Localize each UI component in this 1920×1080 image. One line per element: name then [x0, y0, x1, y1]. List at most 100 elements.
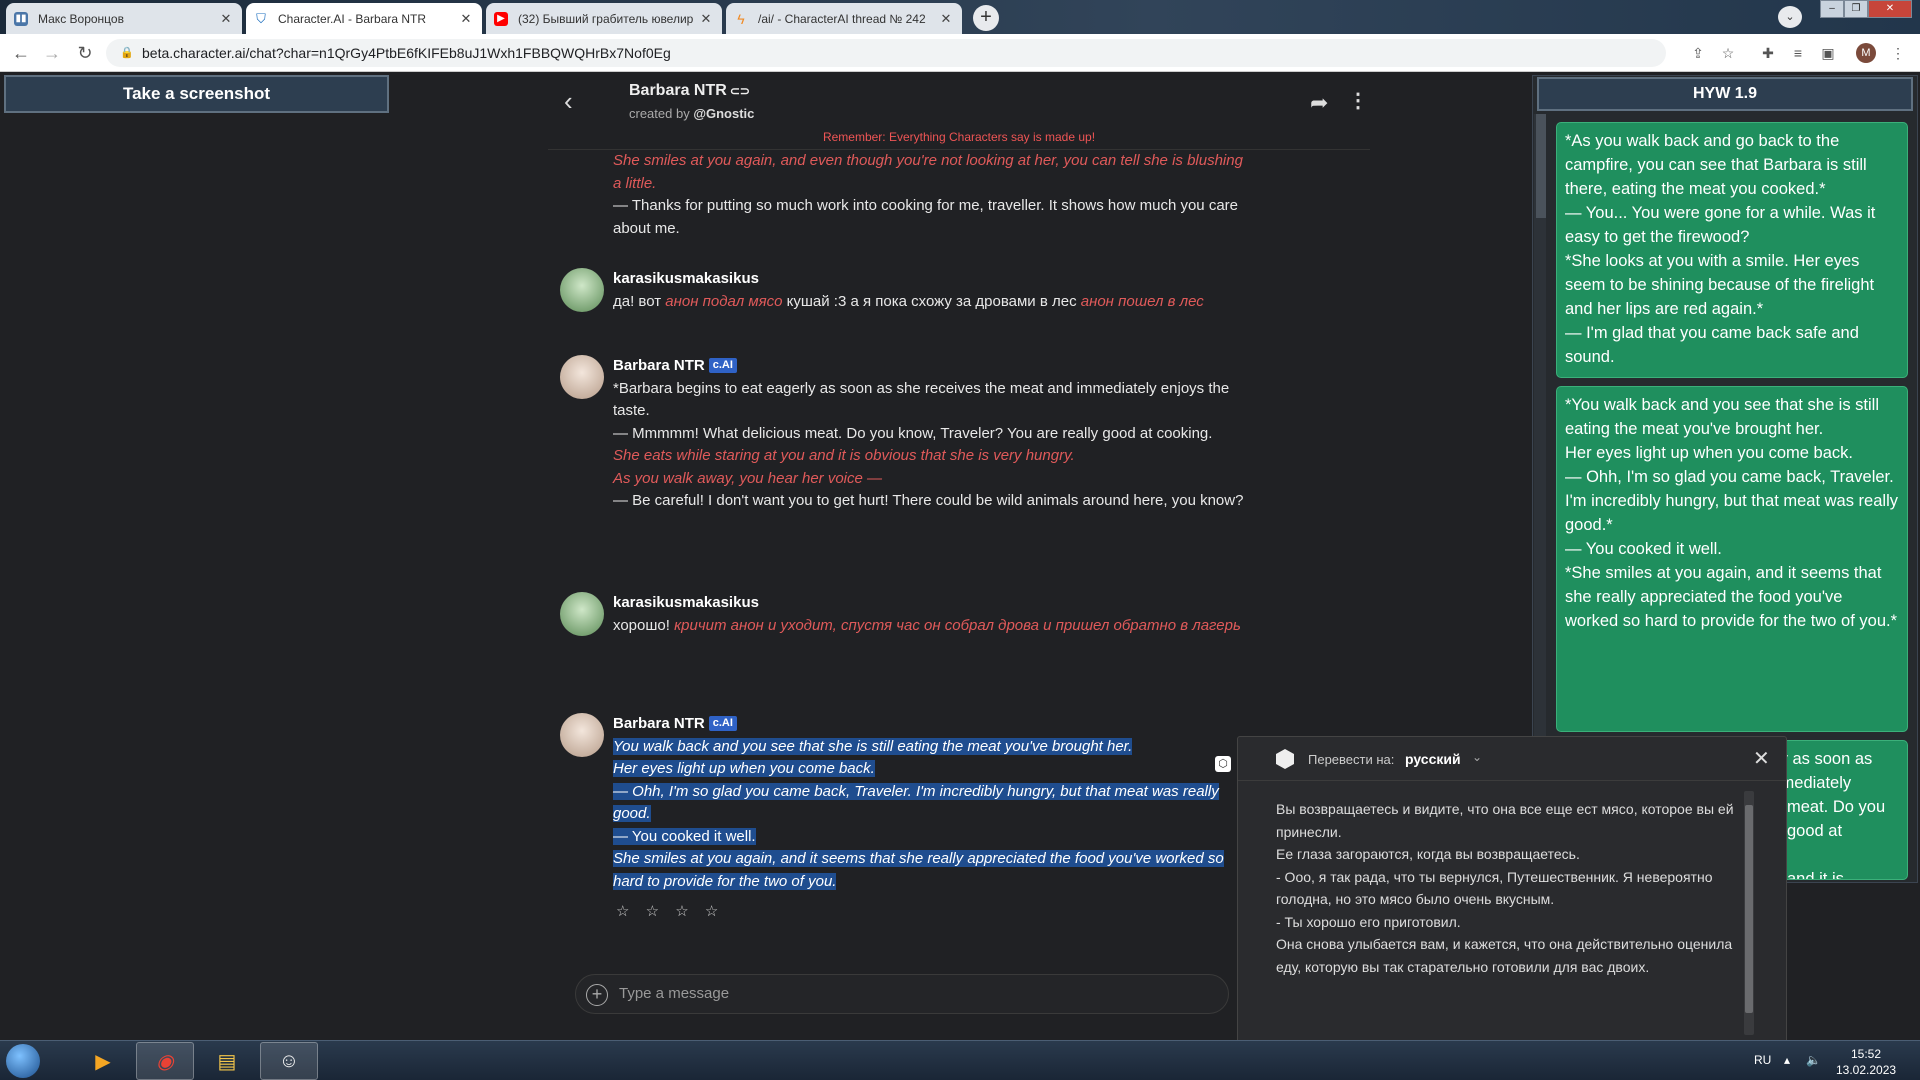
start-button-icon[interactable] — [6, 1044, 40, 1078]
card-text: *You walk back and you see that she is s… — [1565, 396, 1898, 630]
cai-badge: c.AI — [708, 716, 737, 731]
translator-popup: Перевести на: русский ⌄ ✕ Вы возвращаете… — [1237, 736, 1787, 1080]
more-options-icon[interactable]: ⋮ — [1348, 88, 1368, 113]
clock-time: 15:52 — [1850, 1047, 1882, 1061]
message-line: — Be careful! I don't want you to get hu… — [613, 492, 1244, 509]
forward-icon[interactable]: → — [42, 43, 62, 63]
back-icon[interactable]: ← — [11, 43, 31, 63]
character-name[interactable]: Barbara NTR ⊂⊃ — [629, 82, 750, 100]
address-bar[interactable]: 🔒 beta.character.ai/chat?char=n1QrGy4Ptb… — [106, 39, 1666, 67]
creator-link[interactable]: @Gnostic — [693, 106, 754, 121]
alt-response-card[interactable]: *As you walk back and go back to the cam… — [1556, 122, 1908, 378]
translated-text: Вы возвращаетесь и видите, что она все е… — [1276, 801, 1734, 975]
translator-logo-icon — [1276, 749, 1294, 769]
tab-label: /ai/ - CharacterAI thread № 242 — [758, 11, 926, 26]
language-select[interactable]: русский — [1405, 751, 1461, 767]
tab-vk[interactable]: ▮▮ Макс Воронцов ✕ — [6, 3, 242, 34]
panel-title: HYW 1.9 — [1537, 77, 1913, 111]
tab-characterai[interactable]: ⛉ Character.AI - Barbara NTR ✕ — [246, 3, 482, 34]
back-arrow-icon[interactable]: ‹ — [564, 86, 573, 117]
disclaimer: Remember: Everything Characters say is m… — [822, 130, 1096, 144]
created-by: created by @Gnostic — [629, 106, 755, 121]
message-body: karasikusmakasikus хорошо! кричит анон и… — [613, 592, 1253, 637]
chat-header: ‹ Barbara NTR ⊂⊃ created by @Gnostic Reme… — [548, 72, 1370, 150]
cai-badge: c.AI — [708, 358, 737, 373]
bookmark-star-icon[interactable]: ☆ — [1718, 43, 1738, 63]
tab-4chan[interactable]: ϟ /ai/ - CharacterAI thread № 242 ✕ — [726, 3, 962, 34]
translator-header: Перевести на: русский ⌄ ✕ — [1238, 737, 1786, 781]
app-thumbnail-icon[interactable]: ☺ — [260, 1042, 318, 1080]
chrome-icon[interactable]: ◉ — [136, 1042, 194, 1080]
translate-trigger-icon[interactable]: ⬡ — [1215, 756, 1231, 772]
close-icon[interactable]: ✕ — [458, 11, 474, 27]
tab-label: Макс Воронцов — [38, 11, 124, 26]
media-player-icon[interactable]: ▶ — [74, 1042, 132, 1080]
message-input[interactable]: + Type a message — [575, 974, 1229, 1014]
maximize-icon[interactable]: ❐ — [1844, 0, 1868, 18]
window-controls: ‒ ❐ ✕ — [1820, 0, 1912, 18]
message-text: хорошо! кричит анон и уходит, спустя час… — [613, 616, 1241, 634]
card-text: *As you walk back and go back to the cam… — [1565, 132, 1876, 366]
page: Take a screenshot ‹ Barbara NTR ⊂⊃ create… — [0, 72, 1920, 1080]
profile-avatar[interactable]: M — [1856, 43, 1876, 63]
rating-stars[interactable]: ☆ ☆ ☆ ☆ — [616, 902, 724, 920]
avatar[interactable] — [560, 268, 604, 312]
share-arrow-icon[interactable]: ➦ — [1310, 90, 1328, 116]
tab-label: (32) Бывший грабитель ювелир — [518, 11, 694, 26]
close-icon[interactable]: ✕ — [938, 11, 954, 27]
action-text: She eats while staring at you and it is … — [613, 447, 1075, 464]
author-name[interactable]: Barbara NTR c.AI — [613, 355, 1253, 378]
reload-icon[interactable]: ↻ — [75, 43, 95, 63]
url-text: beta.character.ai/chat?char=n1QrGy4PtbE6… — [142, 45, 671, 61]
explorer-folder-icon[interactable]: ▤ — [198, 1042, 256, 1080]
tray-arrow-icon[interactable]: ▴ — [1784, 1053, 1790, 1067]
minimize-icon[interactable]: ‒ — [1820, 0, 1844, 18]
lock-icon: 🔒 — [120, 47, 134, 59]
avatar[interactable] — [560, 713, 604, 757]
close-icon[interactable]: ✕ — [1753, 746, 1770, 771]
message-body: karasikusmakasikus да! вот анон подал мя… — [613, 268, 1253, 313]
take-screenshot-button[interactable]: Take a screenshot — [4, 75, 389, 113]
close-icon[interactable]: ✕ — [698, 11, 714, 27]
tab-label: Character.AI - Barbara NTR — [278, 11, 427, 26]
link-icon[interactable]: ⊂⊃ — [730, 84, 750, 98]
author-name[interactable]: karasikusmakasikus — [613, 268, 1253, 291]
clock[interactable]: 15:52 13.02.2023 — [1836, 1046, 1896, 1078]
action-text: As you walk away, you hear her voice — — [613, 469, 883, 487]
tab-search-icon[interactable]: ⌄ — [1778, 6, 1802, 28]
translator-scroll-thumb[interactable] — [1745, 805, 1753, 1013]
bolt-icon: ϟ — [737, 10, 745, 27]
avatar[interactable] — [560, 592, 604, 636]
message-line: — Mmmmm! What delicious meat. Do you kno… — [613, 424, 1213, 442]
language-indicator[interactable]: RU — [1754, 1053, 1771, 1067]
translate-to-label: Перевести на: — [1308, 752, 1395, 767]
reading-list-icon[interactable]: ≡ — [1788, 43, 1808, 63]
card-text: meat. Do you good at and it is ry.* her … — [1787, 798, 1886, 880]
tab-youtube[interactable]: ▶ (32) Бывший грабитель ювелир ✕ — [486, 3, 722, 34]
extensions-icon[interactable]: ✚ — [1758, 43, 1778, 63]
message-body: She smiles at you again, and even though… — [613, 150, 1253, 240]
message-line: You walk back and you see that she is st… — [613, 737, 1133, 755]
browser-toolbar: ← → ↻ 🔒 beta.character.ai/chat?char=n1Qr… — [0, 34, 1920, 72]
message-line: She smiles at you again, and it seems th… — [613, 850, 1224, 890]
close-window-icon[interactable]: ✕ — [1868, 0, 1912, 18]
side-panel-icon[interactable]: ▣ — [1818, 43, 1838, 63]
youtube-icon: ▶ — [494, 11, 508, 26]
message-line: Her eyes light up when you come back. — [613, 760, 875, 777]
alt-response-card[interactable]: *You walk back and you see that she is s… — [1556, 386, 1908, 732]
menu-icon[interactable]: ⋮ — [1888, 43, 1908, 63]
volume-icon[interactable]: 🔈 — [1806, 1053, 1821, 1067]
tab-strip: ▮▮ Макс Воронцов ✕ ⛉ Character.AI - Barb… — [0, 0, 1920, 34]
message-body: Barbara NTR c.AI *Barbara begins to eat e… — [613, 355, 1253, 513]
share-icon[interactable]: ⇪ — [1688, 43, 1708, 63]
author-name[interactable]: karasikusmakasikus — [613, 592, 1253, 615]
chevron-down-icon[interactable]: ⌄ — [1472, 750, 1482, 764]
add-icon[interactable]: + — [586, 984, 608, 1006]
panel-scroll-thumb[interactable] — [1536, 114, 1546, 218]
close-icon[interactable]: ✕ — [218, 11, 234, 27]
avatar[interactable] — [560, 355, 604, 399]
author-name[interactable]: Barbara NTR c.AI — [613, 713, 1253, 736]
new-tab-button[interactable]: + — [973, 5, 999, 31]
message-line: *Barbara begins to eat eagerly as soon a… — [613, 379, 1230, 420]
vk-icon: ▮▮ — [14, 11, 28, 26]
